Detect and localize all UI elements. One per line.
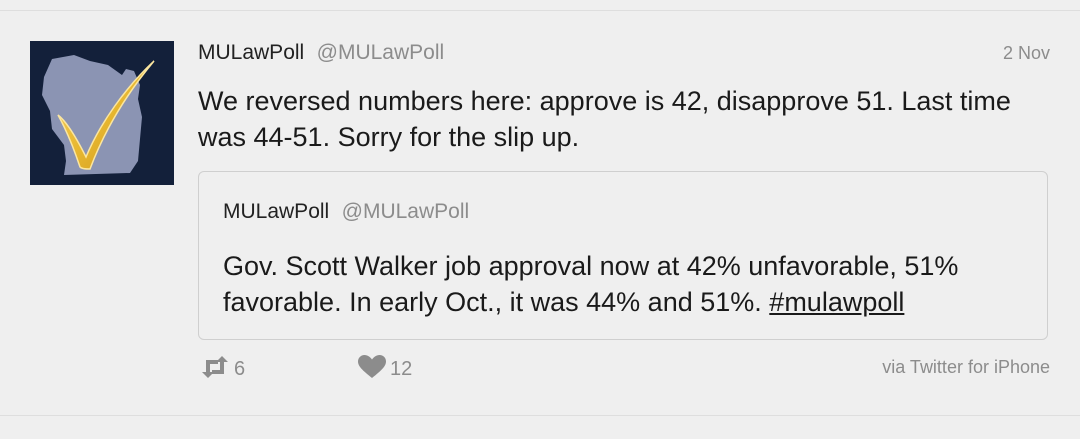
tweet-card[interactable]: MULawPoll @MULawPoll 2 Nov We reversed n… [0,11,1080,415]
tweet-actions: 6 12 via Twitter for iPhone [200,355,1050,381]
hashtag-link[interactable]: #mulawpoll [769,287,904,317]
like-count: 12 [390,358,413,380]
tweet-date: 2 Nov [1002,43,1050,63]
quoted-tweet-text: Gov. Scott Walker job approval now at 42… [223,248,1033,320]
retweet-icon [200,355,230,384]
like-button[interactable]: 12 [358,355,412,384]
quoted-author-handle: @MULawPoll [341,200,470,223]
quoted-tweet[interactable]: MULawPoll @MULawPoll Gov. Scott Walker j… [198,171,1048,340]
retweet-count: 6 [234,358,246,380]
tweet-header: MULawPoll @MULawPoll 2 Nov [198,41,1050,69]
quoted-tweet-header: MULawPoll @MULawPoll [223,200,469,224]
author-display-name[interactable]: MULawPoll [198,41,304,64]
bottom-divider [0,415,1080,416]
quoted-author-display-name: MULawPoll [223,200,330,223]
author-handle[interactable]: @MULawPoll [317,41,445,64]
tweet-text: We reversed numbers here: approve is 42,… [198,86,1011,152]
wisconsin-checkmark-logo-icon [30,41,174,185]
heart-icon [358,355,386,384]
tweet-source[interactable]: via Twitter for iPhone [882,357,1050,378]
avatar[interactable] [30,41,174,185]
retweet-button[interactable]: 6 [200,355,245,384]
